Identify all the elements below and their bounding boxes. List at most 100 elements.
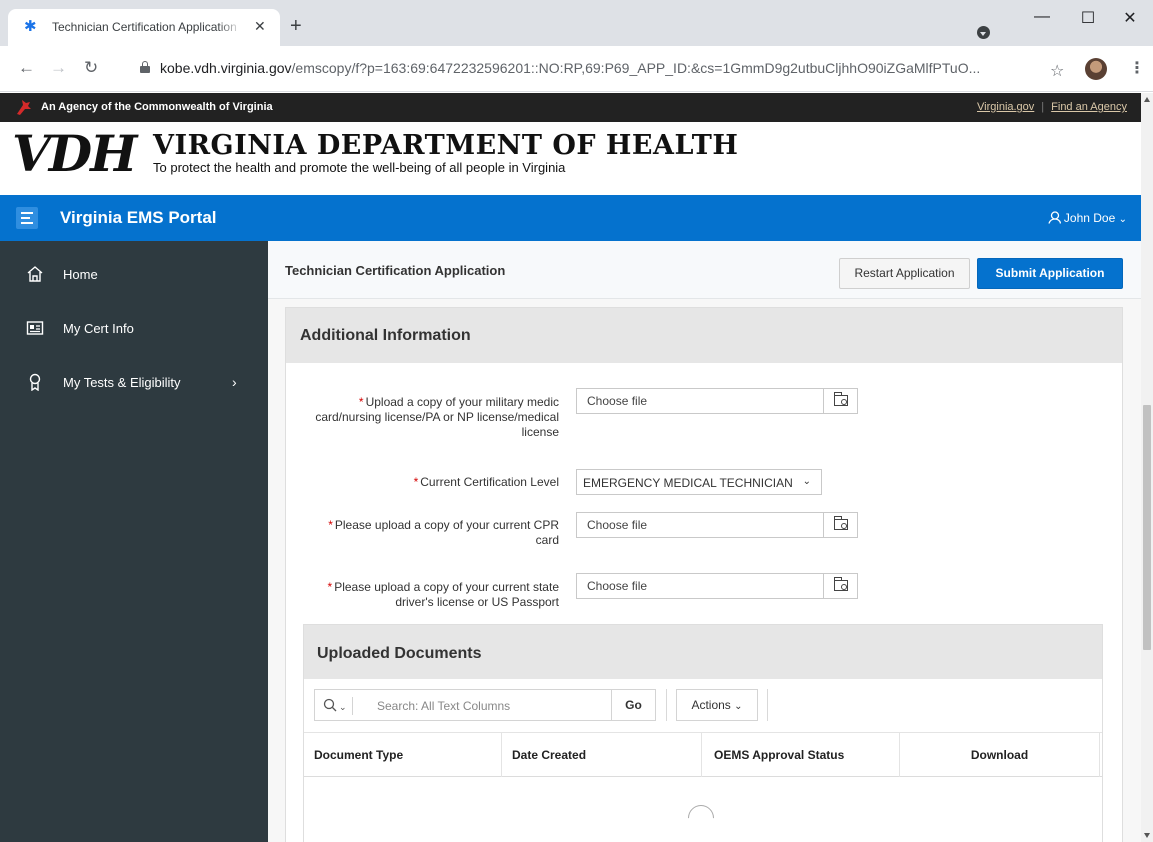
user-menu[interactable]: John Doe ⌄: [1047, 211, 1127, 225]
chevron-right-icon: ›: [232, 374, 237, 390]
main-content: Technician Certification Application Res…: [268, 241, 1141, 842]
scroll-down-icon[interactable]: [1144, 833, 1150, 838]
url-host: kobe.vdh.virginia.gov: [160, 60, 292, 76]
reload-icon[interactable]: ↻: [84, 58, 98, 78]
required-marker: *: [358, 395, 364, 409]
maximize-icon[interactable]: ☐: [1065, 8, 1111, 28]
vdh-header: VDH VIRGINIA DEPARTMENT OF HEALTH To pro…: [0, 122, 1141, 195]
uploaded-documents-region: Uploaded Documents ⌄ Search: All Text Co…: [303, 624, 1103, 842]
browse-button[interactable]: [823, 574, 857, 598]
header-subtitle: To protect the health and promote the we…: [153, 160, 566, 175]
home-icon: [27, 266, 43, 282]
web-page: An Agency of the Commonwealth of Virgini…: [0, 93, 1141, 842]
sidebar-item-my-tests[interactable]: My Tests & Eligibility ›: [0, 367, 268, 403]
user-name: John Doe: [1063, 211, 1116, 225]
field-label: * Please upload a copy of your current CP…: [328, 518, 559, 547]
address-bar: ← → ↻ kobe.vdh.virginia.gov/emscopy/f?p=…: [0, 46, 1153, 92]
column-header-document-type[interactable]: Document Type: [304, 733, 502, 777]
region-header: Uploaded Documents: [304, 625, 1102, 679]
file-placeholder: Choose file: [587, 579, 648, 593]
search-group: ⌄ Search: All Text Columns Go: [314, 689, 656, 721]
report-toolbar: ⌄ Search: All Text Columns Go Actions ⌄: [304, 679, 1102, 733]
folder-search-icon: [834, 516, 848, 530]
page-scrollbar[interactable]: [1141, 93, 1153, 842]
tab-title: Technician Certification Application: [52, 20, 242, 34]
url-field[interactable]: kobe.vdh.virginia.gov/emscopy/f?p=163:69…: [118, 54, 1078, 82]
submit-application-button[interactable]: Submit Application: [977, 258, 1123, 289]
back-icon[interactable]: ←: [18, 58, 35, 78]
go-button[interactable]: Go: [611, 690, 655, 720]
chevron-down-icon: ⌄: [734, 701, 743, 712]
chevron-down-icon: ⌄: [802, 476, 811, 487]
portal-title[interactable]: Virginia EMS Portal: [60, 208, 217, 228]
agency-bar: An Agency of the Commonwealth of Virgini…: [0, 93, 1141, 122]
loading-spinner: [682, 799, 720, 837]
file-placeholder: Choose file: [587, 518, 648, 532]
search-input[interactable]: Search: All Text Columns: [377, 699, 510, 713]
portal-navbar: Virginia EMS Portal John Doe ⌄: [0, 195, 1141, 241]
field-label: * Please upload a copy of your current st…: [327, 580, 559, 609]
divider: [767, 689, 768, 721]
id-file-input[interactable]: Choose file: [576, 573, 858, 599]
find-agency-link[interactable]: Find an Agency: [1051, 101, 1127, 113]
vdh-logo[interactable]: VDH: [12, 128, 137, 180]
additional-information-region: Additional Information * Upload a copy of…: [285, 307, 1123, 842]
browse-button[interactable]: [823, 513, 857, 537]
browser-tab[interactable]: ✱ Technician Certification Application ✕: [8, 9, 280, 46]
virginia-gov-link[interactable]: Virginia.gov: [977, 101, 1034, 113]
search-column-selector[interactable]: ⌄: [323, 697, 353, 715]
sidebar-item-my-cert-info[interactable]: My Cert Info: [0, 313, 268, 349]
more-menu-icon[interactable]: ⋮: [1129, 58, 1145, 78]
column-header-download[interactable]: Download: [900, 733, 1100, 777]
menu-toggle-icon[interactable]: [16, 207, 38, 229]
browser-profile-icon[interactable]: [977, 26, 990, 39]
divider: [666, 689, 667, 721]
window-close-icon[interactable]: ✕: [1107, 8, 1153, 28]
tab-close-icon[interactable]: ✕: [254, 18, 266, 35]
bookmark-star-icon[interactable]: ☆: [1050, 61, 1064, 81]
browser-tab-bar: ✱ Technician Certification Application ✕…: [0, 0, 1153, 46]
column-header-date-created[interactable]: Date Created: [502, 733, 702, 777]
required-marker: *: [327, 580, 333, 594]
folder-search-icon: [834, 392, 848, 406]
chevron-down-icon: ⌄: [339, 702, 347, 712]
user-icon: [1047, 211, 1061, 224]
selected-value: EMERGENCY MEDICAL TECHNICIAN: [583, 476, 793, 490]
header-title: VIRGINIA DEPARTMENT OF HEALTH: [153, 130, 739, 161]
id-card-icon: [26, 321, 44, 335]
minimize-icon[interactable]: —: [1019, 8, 1065, 26]
lock-icon: [140, 61, 150, 73]
url-path: /emscopy/f?p=163:69:6472232596201::NO:RP…: [291, 60, 981, 76]
agency-text: An Agency of the Commonwealth of Virgini…: [41, 101, 273, 113]
sidebar-item-label: Home: [63, 267, 98, 282]
forward-icon[interactable]: →: [50, 58, 67, 78]
region-title: Uploaded Documents: [317, 645, 482, 662]
field-label: * Current Certification Level: [413, 475, 559, 489]
column-header-approval-status[interactable]: OEMS Approval Status: [702, 733, 900, 777]
file-placeholder: Choose file: [587, 394, 648, 408]
new-tab-icon[interactable]: +: [290, 16, 302, 36]
chevron-down-icon: ⌄: [1118, 214, 1127, 225]
browse-button[interactable]: [823, 389, 857, 413]
cpr-file-input[interactable]: Choose file: [576, 512, 858, 538]
scrollbar-thumb[interactable]: [1143, 405, 1151, 650]
license-file-input[interactable]: Choose file: [576, 388, 858, 414]
star-of-life-icon: ✱: [24, 18, 37, 35]
award-icon: [29, 373, 41, 391]
required-marker: *: [413, 475, 419, 489]
region-title: Additional Information: [300, 327, 471, 344]
field-label: * Upload a copy of your military medic ca…: [315, 395, 559, 439]
actions-button[interactable]: Actions ⌄: [676, 689, 758, 721]
required-marker: *: [328, 518, 333, 532]
sidebar: Home My Cert Info My Tests & Eligibility…: [0, 241, 268, 842]
scroll-up-icon[interactable]: [1144, 97, 1150, 102]
table-header: Document Type Date Created OEMS Approval…: [304, 733, 1102, 777]
cardinal-icon: [17, 100, 31, 115]
sidebar-item-home[interactable]: Home: [0, 259, 268, 295]
sidebar-item-label: My Tests & Eligibility: [63, 375, 181, 390]
page-title: Technician Certification Application: [285, 263, 506, 278]
restart-application-button[interactable]: Restart Application: [839, 258, 970, 289]
avatar[interactable]: [1085, 58, 1107, 80]
region-header: Additional Information: [286, 308, 1122, 363]
certification-level-select[interactable]: EMERGENCY MEDICAL TECHNICIAN ⌄: [576, 469, 822, 495]
